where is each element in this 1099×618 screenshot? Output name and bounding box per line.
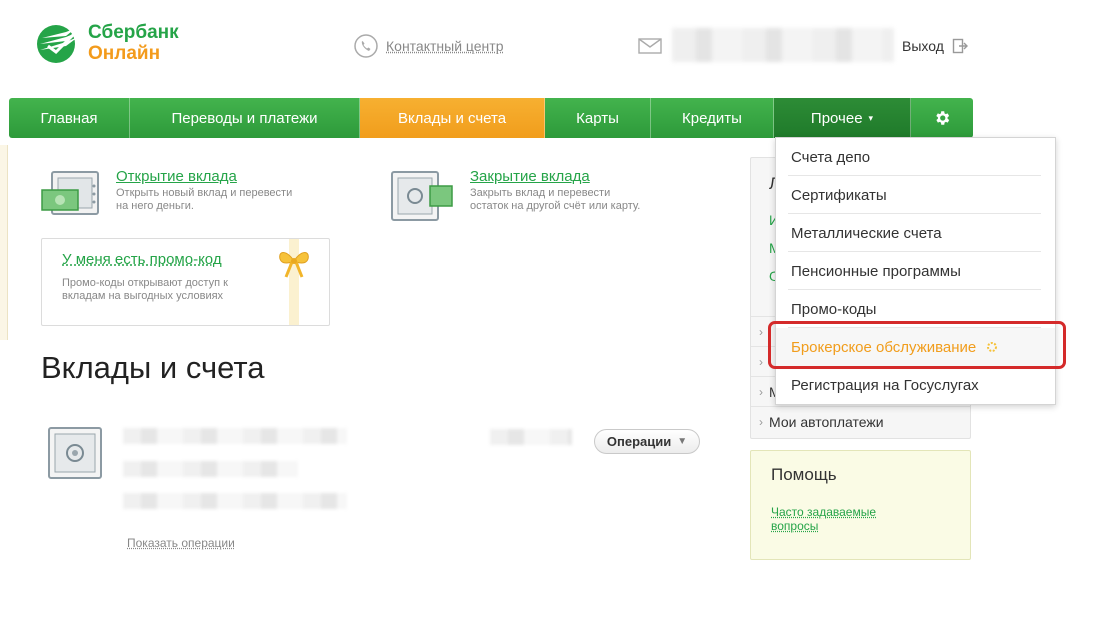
deposit-balance-blurred	[490, 429, 572, 445]
operations-button[interactable]: Операции ▼	[594, 429, 700, 454]
nav-item-cards[interactable]: Карты	[545, 98, 651, 138]
safe-icon	[48, 427, 102, 479]
deposit-number-blurred	[123, 461, 298, 477]
menu-item-label: Брокерское обслуживание	[791, 338, 977, 356]
faq-link[interactable]: Часто задаваемые вопросы	[771, 505, 891, 533]
caret-down-icon: ▼	[677, 436, 688, 447]
logout-icon	[952, 38, 968, 54]
safe-open-icon	[41, 171, 99, 215]
other-dropdown-menu: Счета депо Сертификаты Металлические сче…	[775, 137, 1056, 405]
nav-label: Главная	[40, 109, 98, 127]
nav-item-credits[interactable]: Кредиты	[651, 98, 774, 138]
open-deposit-block: Открытие вклада Открыть новый вклад и пе…	[40, 168, 296, 218]
menu-item-pension-programs[interactable]: Пенсионные программы	[776, 252, 1055, 290]
close-deposit-block: Закрытие вклада Закрыть вклад и перевест…	[390, 168, 650, 222]
menu-item-label: Счета депо	[791, 148, 871, 166]
menu-item-brokerage[interactable]: Брокерское обслуживание	[776, 328, 1055, 366]
gift-bow-icon	[279, 252, 309, 278]
operations-label: Операции	[606, 434, 672, 449]
open-deposit-description: Открыть новый вклад и перевести на него …	[116, 187, 293, 212]
menu-item-label: Регистрация на Госуслугах	[791, 376, 979, 394]
caret-down-icon: ▾	[868, 112, 874, 123]
logo-line-2: Онлайн	[88, 43, 161, 64]
help-title: Помощь	[771, 465, 837, 484]
promo-code-box: У меня есть промо-код Промо-коды открыва…	[41, 238, 330, 326]
nav-label: Кредиты	[682, 109, 742, 127]
phone-icon	[354, 34, 378, 58]
deposit-name-blurred	[123, 428, 347, 444]
main-nav: Главная Переводы и платежи Вклады и счет…	[9, 98, 973, 138]
menu-item-label: Металлические счета	[791, 224, 942, 242]
nav-label: Прочее	[810, 109, 863, 127]
menu-item-gosuslugi-registration[interactable]: Регистрация на Госуслугах	[776, 366, 1055, 404]
page-title: Вклады и счета	[41, 350, 265, 385]
menu-item-metal-accounts[interactable]: Металлические счета	[776, 214, 1055, 252]
nav-item-home[interactable]: Главная	[9, 98, 130, 138]
open-deposit-link[interactable]: Открытие вклада	[116, 168, 296, 185]
promo-code-description: Промо-коды открывают доступ к вкладам на…	[62, 277, 228, 302]
nav-label: Вклады и счета	[397, 109, 507, 127]
sberbank-logo-icon	[37, 25, 78, 63]
nav-label: Карты	[576, 109, 619, 127]
nav-settings[interactable]	[911, 98, 973, 138]
contact-center-link[interactable]: Контактный центр	[386, 38, 504, 54]
logo-text[interactable]: Сбербанк Онлайн	[88, 22, 179, 64]
close-deposit-description: Закрыть вклад и перевести остаток на дру…	[470, 187, 641, 212]
menu-item-label: Промо-коды	[791, 300, 877, 318]
user-name-blurred	[672, 28, 894, 62]
menu-item-label: Сертификаты	[791, 186, 887, 204]
side-item-label: Мои автоплатежи	[769, 414, 884, 430]
promo-code-link[interactable]: У меня есть промо-код	[62, 251, 222, 268]
nav-item-other[interactable]: Прочее ▾	[774, 98, 911, 138]
menu-item-promo-codes[interactable]: Промо-коды	[776, 290, 1055, 328]
nav-label: Переводы и платежи	[171, 109, 318, 127]
mail-icon[interactable]	[638, 38, 662, 54]
help-box: Помощь Часто задаваемые вопросы	[750, 450, 971, 560]
menu-item-certificates[interactable]: Сертификаты	[776, 176, 1055, 214]
show-operations-link[interactable]: Показать операции	[127, 536, 235, 550]
side-decoration	[0, 145, 8, 340]
close-deposit-link[interactable]: Закрытие вклада	[470, 168, 650, 185]
menu-item-depo-accounts[interactable]: Счета депо	[776, 138, 1055, 176]
exit-button[interactable]: Выход	[902, 38, 968, 54]
deposit-details-blurred	[123, 493, 347, 509]
gear-icon	[936, 111, 950, 125]
menu-item-label: Пенсионные программы	[791, 262, 961, 280]
contact-center[interactable]: Контактный центр	[354, 34, 504, 58]
nav-item-deposits[interactable]: Вклады и счета	[360, 98, 545, 138]
safe-closed-icon	[391, 171, 453, 221]
nav-item-transfers[interactable]: Переводы и платежи	[130, 98, 360, 138]
loading-spinner-icon	[987, 342, 998, 352]
side-item-autopayments[interactable]: Мои автоплатежи	[751, 406, 970, 437]
logo-line-1: Сбербанк	[88, 22, 179, 43]
exit-label: Выход	[902, 38, 944, 54]
